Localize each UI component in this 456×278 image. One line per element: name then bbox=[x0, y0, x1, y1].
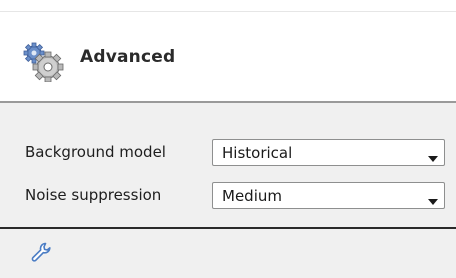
background-model-row: Background model Historical bbox=[0, 135, 456, 169]
background-model-value: Historical bbox=[222, 144, 293, 162]
background-model-label: Background model bbox=[25, 143, 166, 161]
noise-suppression-label: Noise suppression bbox=[25, 186, 162, 204]
advanced-settings-window: Advanced Background model Historical Noi… bbox=[0, 0, 456, 278]
noise-suppression-value: Medium bbox=[222, 187, 282, 205]
advanced-header: Advanced bbox=[0, 12, 456, 103]
chevron-down-icon[interactable] bbox=[428, 192, 438, 205]
noise-suppression-select[interactable]: Medium bbox=[212, 182, 445, 209]
noise-suppression-row: Noise suppression Medium bbox=[0, 178, 456, 212]
chevron-down-icon[interactable] bbox=[428, 149, 438, 162]
gear-icon bbox=[22, 42, 66, 83]
wrench-icon[interactable] bbox=[30, 241, 52, 263]
page-title: Advanced bbox=[80, 47, 176, 67]
settings-panel: Background model Historical Noise suppre… bbox=[0, 103, 456, 278]
section-divider bbox=[0, 227, 456, 229]
background-model-select[interactable]: Historical bbox=[212, 139, 445, 166]
